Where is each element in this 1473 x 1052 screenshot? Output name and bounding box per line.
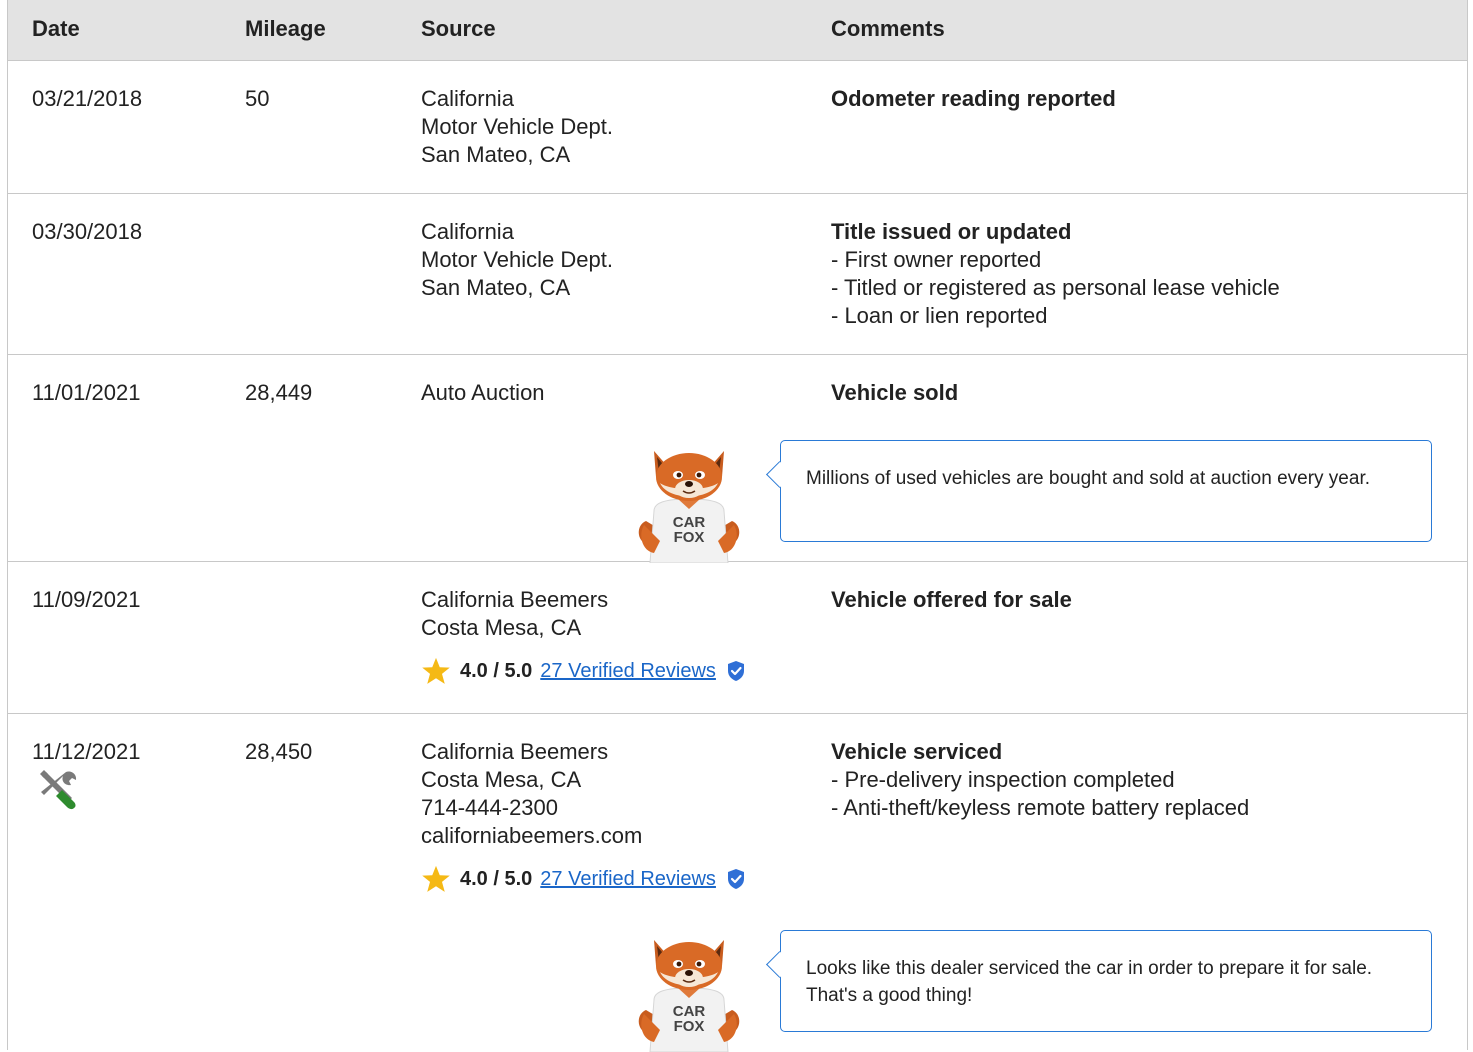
table-row: 11/12/2021 28,450 California Beemers Cos…	[8, 714, 1467, 1050]
header-source: Source	[421, 16, 496, 41]
verified-reviews-link[interactable]: 27 Verified Reviews	[540, 868, 716, 891]
comment-item: - Pre-delivery inspection completed	[831, 767, 1175, 792]
row-mileage: 28,449	[245, 380, 313, 405]
comment-title: Vehicle offered for sale	[831, 587, 1072, 612]
row-date: 11/09/2021	[32, 587, 141, 612]
source-line: San Mateo, CA	[421, 275, 571, 300]
table-row: 11/01/2021 28,449 Auto Auction Vehicle s…	[8, 355, 1467, 562]
table-row: 03/21/2018 50 California Motor Vehicle D…	[8, 61, 1467, 194]
fox-shirt-line: FOX	[674, 529, 705, 546]
source-line: San Mateo, CA	[421, 142, 571, 167]
carfox-tip-bubble: Millions of used vehicles are bought and…	[766, 440, 1432, 542]
bubble-pointer	[766, 461, 793, 488]
verified-badge-icon	[726, 868, 746, 890]
row-comments: Vehicle sold	[831, 379, 958, 407]
comment-item: - Loan or lien reported	[831, 303, 1048, 328]
source-line: California Beemers	[421, 739, 609, 764]
bubble-pointer	[766, 951, 793, 978]
dealer-website: californiabeemers.com	[421, 823, 643, 848]
source-line: Motor Vehicle Dept.	[421, 114, 613, 139]
row-source: California Beemers Costa Mesa, CA	[421, 586, 608, 642]
source-line: California Beemers	[421, 587, 609, 612]
table-row: 03/30/2018 California Motor Vehicle Dept…	[8, 194, 1467, 355]
source-line: Motor Vehicle Dept.	[421, 247, 613, 272]
service-wrench-icon	[40, 770, 77, 810]
source-line: California	[421, 86, 514, 111]
comment-title: Vehicle serviced	[831, 739, 1003, 764]
dealer-phone: 714-444-2300	[421, 795, 559, 820]
source-line: Costa Mesa, CA	[421, 615, 582, 640]
dealer-rating: 4.0 / 5.0 27 Verified Reviews	[421, 864, 746, 894]
row-date: 11/12/2021	[32, 739, 141, 764]
verified-reviews-link[interactable]: 27 Verified Reviews	[540, 660, 716, 683]
comment-title: Title issued or updated	[831, 219, 1072, 244]
carfox-tip-bubble: Looks like this dealer serviced the car …	[766, 930, 1432, 1032]
rating-score: 4.0 / 5.0	[460, 659, 533, 682]
row-date: 03/21/2018	[32, 86, 143, 111]
header-mileage: Mileage	[245, 16, 326, 41]
row-mileage: 28,450	[245, 739, 313, 764]
fox-shirt-line: FOX	[674, 1018, 705, 1035]
row-source: Auto Auction	[421, 379, 545, 407]
comment-item: - First owner reported	[831, 247, 1042, 272]
row-source: California Motor Vehicle Dept. San Mateo…	[421, 218, 613, 302]
row-comments: Odometer reading reported	[831, 85, 1116, 113]
dealer-rating: 4.0 / 5.0 27 Verified Reviews	[421, 656, 746, 686]
comment-item: - Titled or registered as personal lease…	[831, 275, 1280, 300]
comment-title: Odometer reading reported	[831, 86, 1116, 111]
row-source: California Motor Vehicle Dept. San Mateo…	[421, 85, 613, 169]
vehicle-history-table: Date Mileage Source Comments 03/21/2018 …	[7, 0, 1468, 1050]
carfox-mascot-icon: CAR FOX	[634, 930, 744, 1052]
table-header: Date Mileage Source Comments	[8, 0, 1467, 61]
row-comments: Vehicle offered for sale	[831, 586, 1072, 614]
source-line: Costa Mesa, CA	[421, 767, 582, 792]
table-row: 11/09/2021 California Beemers Costa Mesa…	[8, 562, 1467, 714]
star-icon	[421, 656, 451, 686]
header-date: Date	[32, 16, 80, 41]
row-date: 03/30/2018	[32, 219, 143, 244]
carfox-tip-text: Millions of used vehicles are bought and…	[806, 468, 1370, 489]
rating-score: 4.0 / 5.0	[460, 867, 533, 890]
star-icon	[421, 864, 451, 894]
source-line: California	[421, 219, 514, 244]
verified-badge-icon	[726, 660, 746, 682]
carfox-mascot-icon: CAR FOX	[634, 441, 744, 563]
row-mileage: 50	[245, 86, 270, 111]
source-line: Auto Auction	[421, 380, 545, 405]
row-comments: Title issued or updated - First owner re…	[831, 218, 1280, 330]
row-comments: Vehicle serviced - Pre-delivery inspecti…	[831, 738, 1249, 822]
comment-title: Vehicle sold	[831, 380, 959, 405]
carfox-tip-text: Looks like this dealer serviced the car …	[806, 958, 1373, 1006]
header-comments: Comments	[831, 16, 945, 41]
row-source: California Beemers Costa Mesa, CA 714-44…	[421, 738, 642, 850]
row-date: 11/01/2021	[32, 380, 141, 405]
comment-item: - Anti-theft/keyless remote battery repl…	[831, 795, 1250, 820]
